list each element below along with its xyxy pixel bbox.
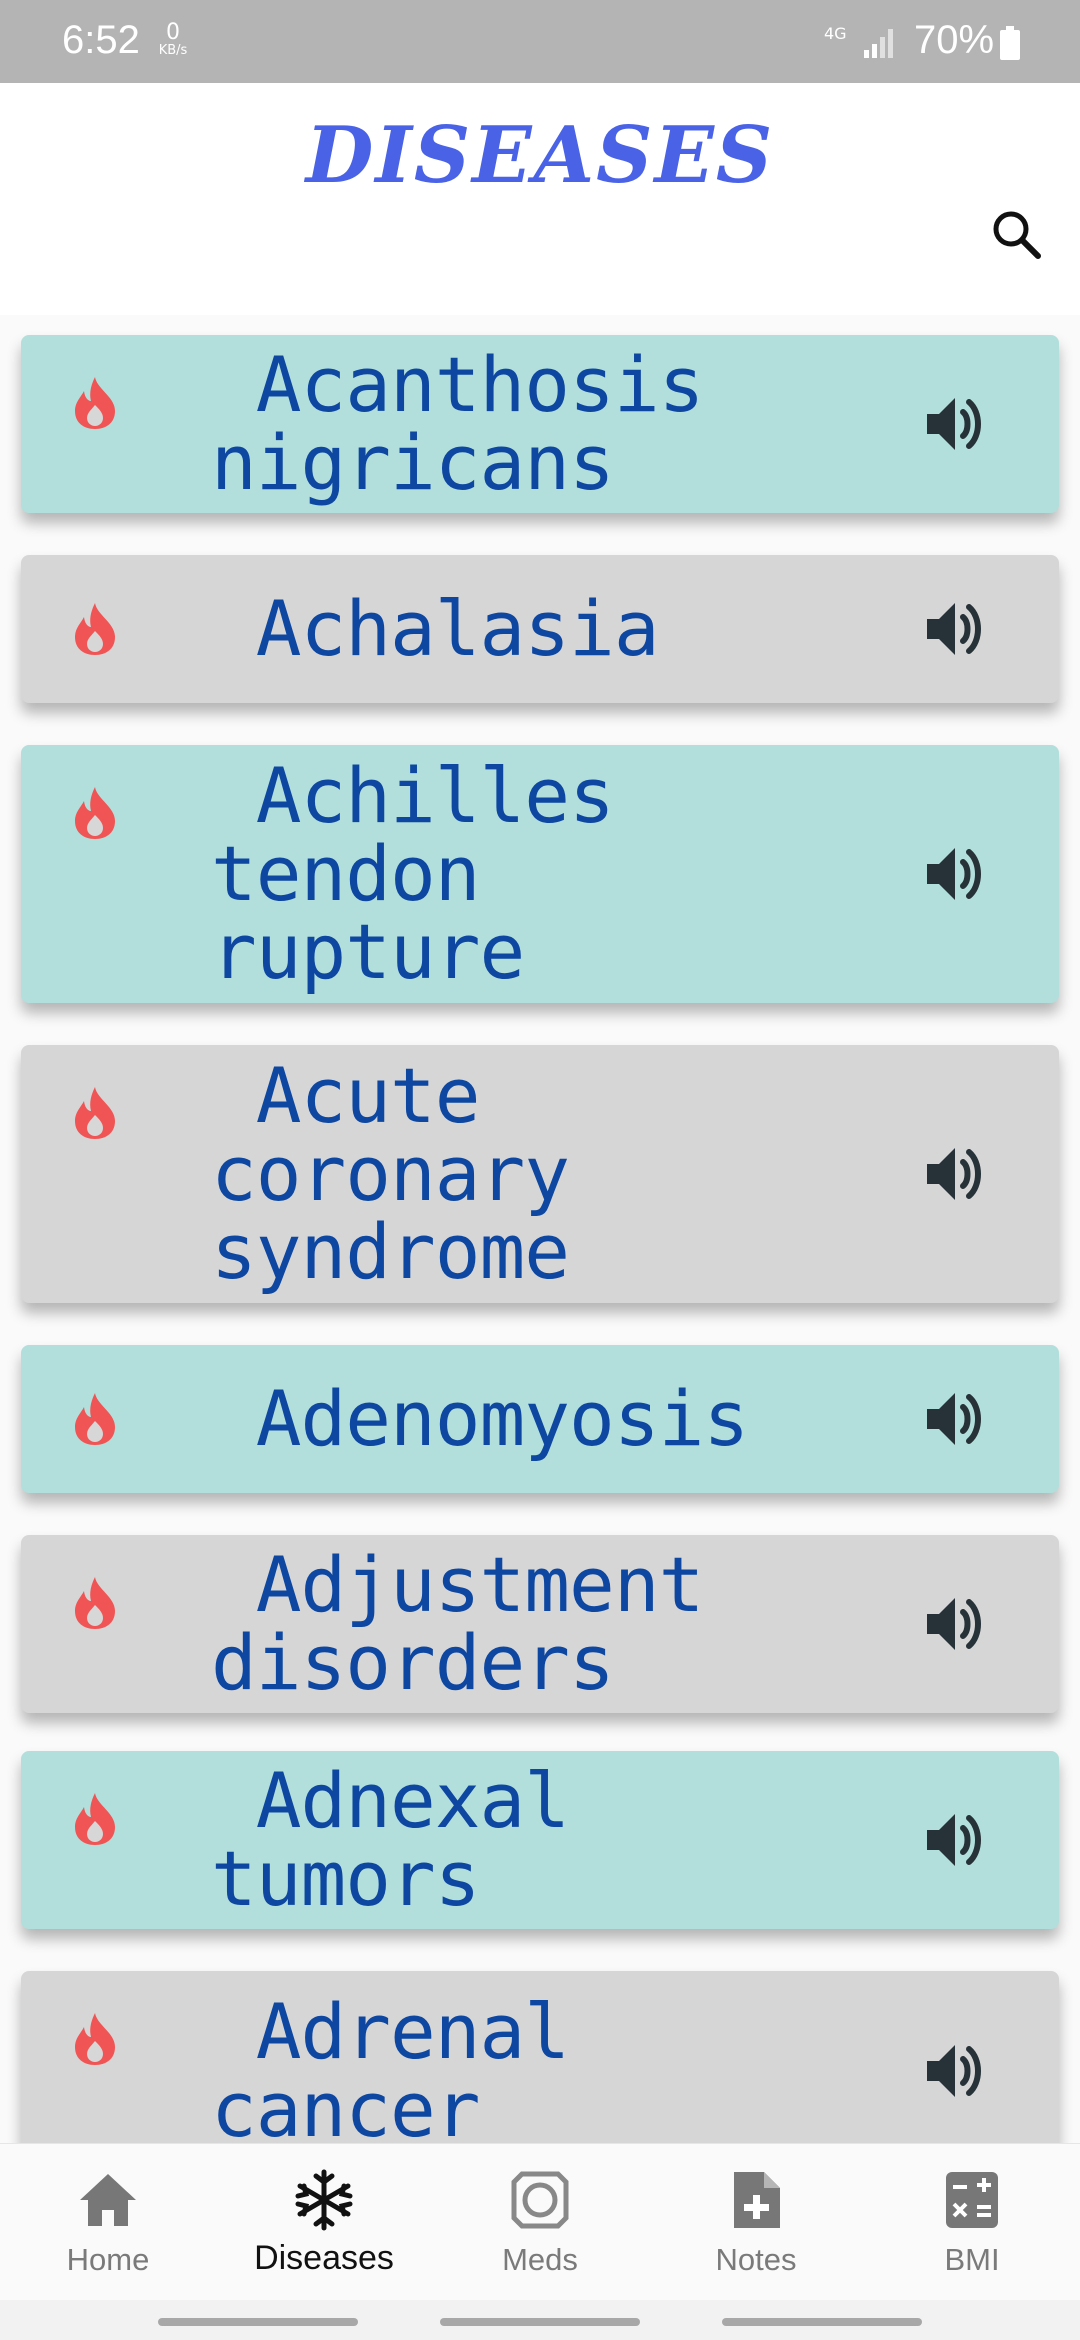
network-speed-unit: KB/s <box>158 43 188 58</box>
gesture-pill <box>158 2318 358 2326</box>
network-speed-value: 0 <box>166 20 180 45</box>
status-bar: 6:52 0 KB/s 4G 70% <box>0 0 1080 83</box>
speaker-icon[interactable] <box>921 390 989 458</box>
disease-name: Acute coronary syndrome <box>211 1051 570 1296</box>
disease-card[interactable]: Achilles tendon rupture <box>21 745 1059 1003</box>
calculator-icon <box>946 2172 998 2228</box>
disease-card[interactable]: Adjustment disorders <box>21 1535 1059 1713</box>
nav-home[interactable]: Home <box>0 2144 216 2301</box>
speaker-icon[interactable] <box>921 595 989 663</box>
disease-name: Achilles tendon rupture <box>211 751 615 996</box>
disease-card[interactable]: Acute coronary syndrome <box>21 1045 1059 1303</box>
nav-label: Meds <box>502 2242 578 2277</box>
speaker-icon[interactable] <box>921 1806 989 1874</box>
pill-icon <box>511 2171 569 2229</box>
network-type: 4G <box>824 24 847 43</box>
disease-name: Adrenal cancer <box>211 1987 570 2144</box>
flame-icon <box>71 1391 119 1447</box>
disease-name: Acanthosis nigricans <box>211 340 704 507</box>
disease-name: Adjustment disorders <box>211 1540 704 1707</box>
speaker-icon[interactable] <box>921 840 989 908</box>
nav-label: BMI <box>944 2242 1000 2277</box>
nav-label: Home <box>66 2242 150 2277</box>
disease-name: Adenomyosis <box>211 1374 749 1463</box>
nav-diseases[interactable]: Diseases <box>216 2144 432 2301</box>
battery-percent: 70% <box>914 18 995 62</box>
disease-list[interactable]: Acanthosis nigricans Achalasia Achilles … <box>0 315 1080 2143</box>
gesture-bar <box>0 2300 1080 2340</box>
flame-icon <box>71 375 119 431</box>
nav-notes[interactable]: Notes <box>648 2144 864 2301</box>
speaker-icon[interactable] <box>921 1140 989 1208</box>
search-icon[interactable] <box>988 206 1046 264</box>
page-title: DISEASES <box>305 110 775 201</box>
signal-icon <box>864 29 893 58</box>
network-speed: 0 KB/s <box>153 22 193 58</box>
flame-icon <box>71 2011 119 2067</box>
disease-name: Adnexal tumors <box>211 1756 570 1923</box>
gesture-pill <box>440 2318 640 2326</box>
disease-card[interactable]: Adnexal tumors <box>21 1751 1059 1929</box>
disease-card[interactable]: Acanthosis nigricans <box>21 335 1059 513</box>
speaker-icon[interactable] <box>921 1590 989 1658</box>
note-add-icon <box>734 2172 780 2228</box>
battery-icon <box>1000 26 1020 60</box>
snowflake-icon <box>295 2169 353 2231</box>
nav-label: Notes <box>715 2242 797 2277</box>
status-time: 6:52 <box>62 18 140 62</box>
flame-icon <box>71 1791 119 1847</box>
disease-card[interactable]: Adrenal cancer <box>21 1971 1059 2143</box>
flame-icon <box>71 1575 119 1631</box>
speaker-icon[interactable] <box>921 1385 989 1453</box>
disease-card[interactable]: Adenomyosis <box>21 1345 1059 1493</box>
speaker-icon[interactable] <box>921 2037 989 2105</box>
disease-card[interactable]: Achalasia <box>21 555 1059 703</box>
flame-icon <box>71 601 119 657</box>
flame-icon <box>71 785 119 841</box>
home-icon <box>80 2174 136 2226</box>
nav-meds[interactable]: Meds <box>432 2144 648 2301</box>
gesture-pill <box>722 2318 922 2326</box>
nav-label: Diseases <box>254 2239 394 2277</box>
flame-icon <box>71 1085 119 1141</box>
bottom-nav: Home Diseases Meds Notes BMI <box>0 2143 1080 2301</box>
nav-bmi[interactable]: BMI <box>864 2144 1080 2301</box>
disease-name: Achalasia <box>211 584 660 673</box>
